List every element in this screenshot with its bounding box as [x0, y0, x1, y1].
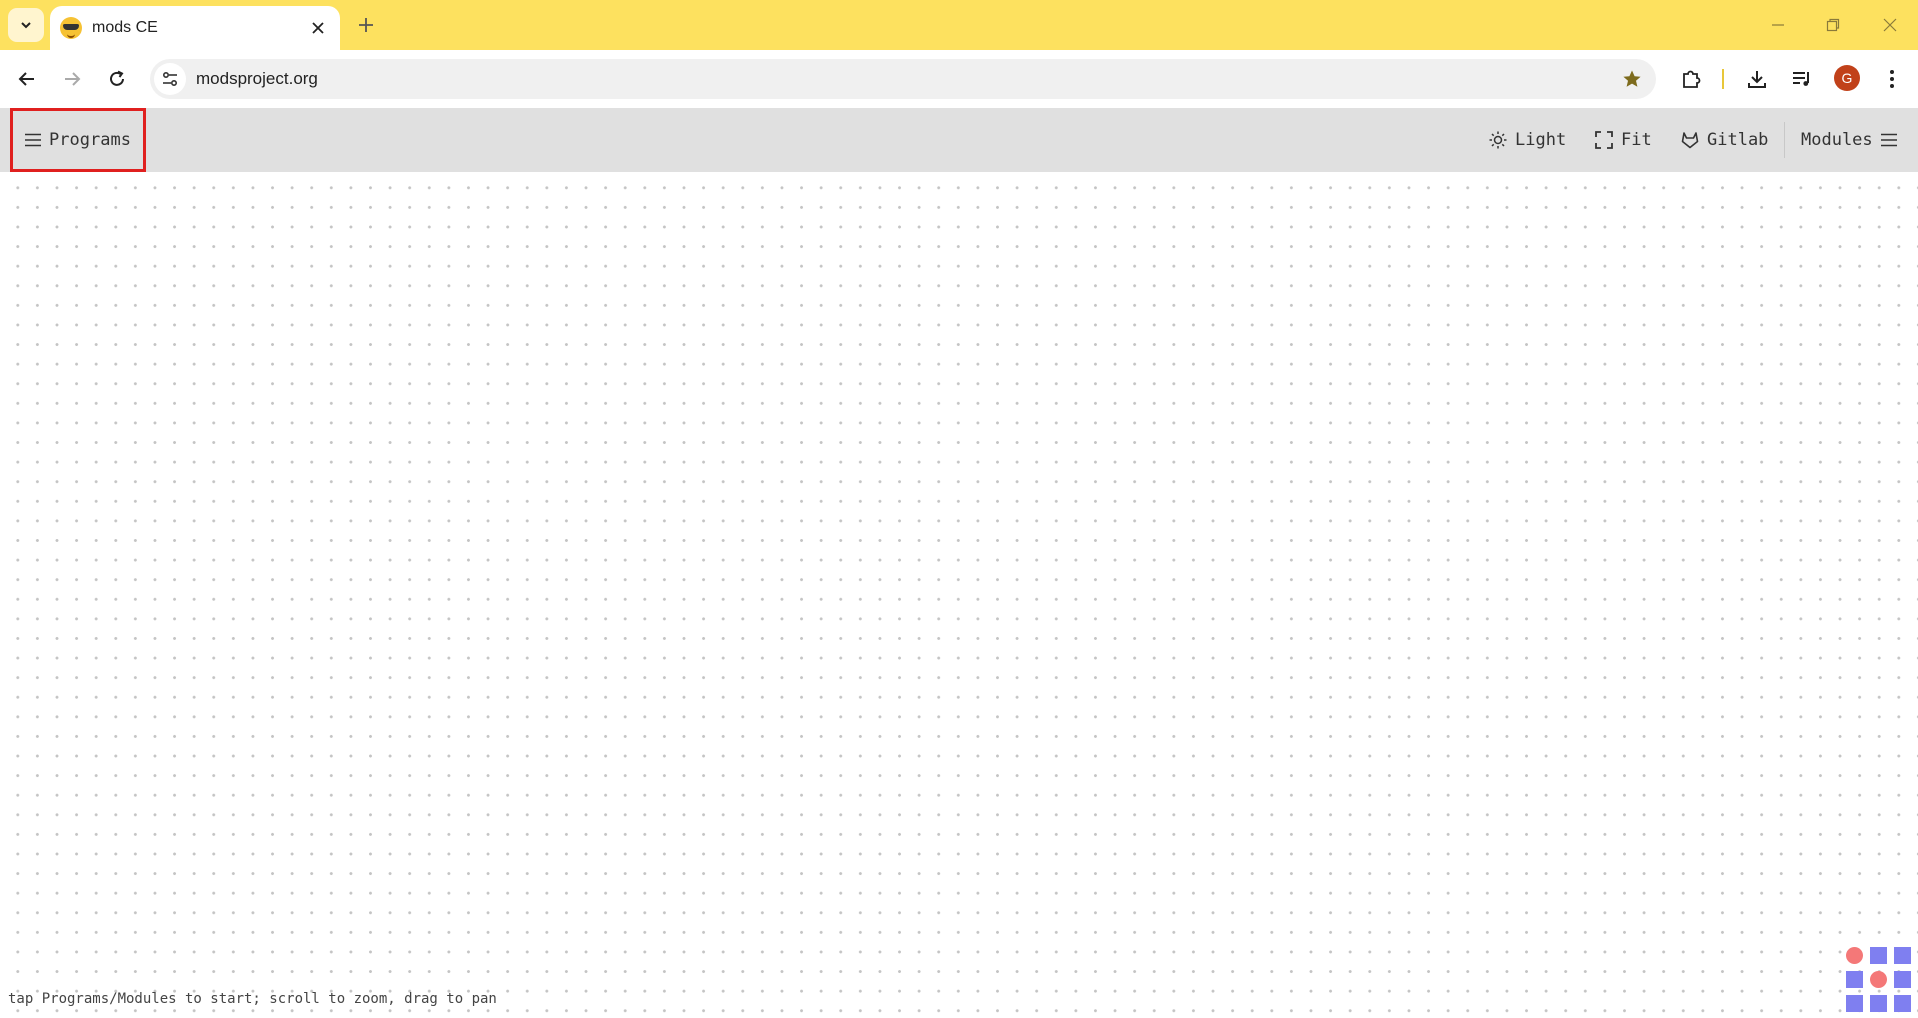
- download-icon: [1746, 68, 1768, 90]
- chevron-down-icon: [19, 18, 33, 32]
- plus-icon: [358, 17, 374, 33]
- playlist-icon: [1791, 68, 1813, 90]
- restore-icon: [1826, 18, 1840, 32]
- light-theme-button[interactable]: Light: [1489, 108, 1566, 172]
- browser-menu-button[interactable]: [1875, 62, 1909, 96]
- bookmark-button[interactable]: [1614, 61, 1650, 97]
- gitlab-icon: [1681, 131, 1699, 149]
- fit-screen-icon: [1595, 131, 1613, 149]
- minimize-button[interactable]: [1763, 10, 1793, 40]
- tab-title: mods CE: [92, 19, 158, 36]
- canvas-hint: tap Programs/Modules to start; scroll to…: [8, 991, 497, 1007]
- forward-button[interactable]: [55, 62, 89, 96]
- header-divider: [1784, 122, 1785, 158]
- fit-label: Fit: [1621, 130, 1652, 150]
- programs-button[interactable]: Programs: [10, 108, 146, 172]
- sunglasses-emoji-icon: [60, 17, 82, 39]
- close-window-button[interactable]: [1875, 10, 1905, 40]
- modules-label: Modules: [1801, 130, 1873, 150]
- modules-button[interactable]: Modules: [1801, 108, 1897, 172]
- tab-search-button[interactable]: [8, 8, 44, 42]
- kebab-menu-icon: [1889, 69, 1895, 89]
- arrow-right-icon: [63, 70, 81, 88]
- profile-avatar[interactable]: G: [1834, 65, 1860, 91]
- puzzle-icon: [1680, 68, 1702, 90]
- toolbar-divider: [1722, 69, 1724, 89]
- hamburger-icon: [25, 133, 42, 147]
- close-icon: [1883, 18, 1897, 32]
- light-label: Light: [1515, 130, 1567, 150]
- back-button[interactable]: [10, 62, 44, 96]
- fit-button[interactable]: Fit: [1595, 108, 1652, 172]
- browser-tab-active[interactable]: mods CE: [50, 6, 340, 50]
- minimize-icon: [1771, 18, 1785, 32]
- mods-logo-icon: [1846, 947, 1914, 1015]
- programs-label: Programs: [49, 130, 131, 150]
- downloads-button[interactable]: [1740, 62, 1774, 96]
- gitlab-label: Gitlab: [1707, 130, 1769, 150]
- site-info-button[interactable]: [154, 63, 186, 95]
- star-icon: [1622, 69, 1642, 89]
- restore-button[interactable]: [1818, 10, 1848, 40]
- app-header: Programs Light Fit Gitlab Modules: [0, 108, 1918, 172]
- sun-icon: [1489, 131, 1507, 149]
- media-control-button[interactable]: [1785, 62, 1819, 96]
- gitlab-link[interactable]: Gitlab: [1681, 108, 1768, 172]
- browser-tabstrip: mods CE: [0, 0, 1918, 50]
- dot-grid-canvas[interactable]: [0, 172, 1918, 1018]
- arrow-left-icon: [18, 70, 36, 88]
- extensions-button[interactable]: [1674, 62, 1708, 96]
- tab-close-icon[interactable]: [308, 18, 328, 38]
- address-bar[interactable]: modsproject.org: [150, 59, 1656, 99]
- reload-icon: [108, 70, 126, 88]
- url-text[interactable]: modsproject.org: [196, 69, 1614, 89]
- reload-button[interactable]: [100, 62, 134, 96]
- hamburger-icon: [1880, 133, 1897, 147]
- tune-icon: [161, 70, 179, 88]
- browser-toolbar: modsproject.org G: [0, 50, 1918, 108]
- new-tab-button[interactable]: [352, 11, 380, 39]
